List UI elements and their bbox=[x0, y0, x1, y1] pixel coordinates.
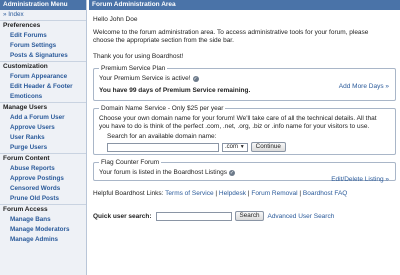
sidebar-section-manage-users: Manage Users bbox=[0, 102, 86, 113]
boardhost-faq-link[interactable]: Boardhost FAQ bbox=[303, 190, 347, 197]
sidebar-item-forum-settings[interactable]: Forum Settings bbox=[0, 41, 86, 51]
user-search-input[interactable] bbox=[155, 211, 232, 221]
sidebar-item-manage-admins[interactable]: Manage Admins bbox=[0, 235, 86, 245]
sidebar-section-forum-content: Forum Content bbox=[0, 153, 86, 164]
user-search-label: Quick user search: bbox=[93, 212, 152, 220]
edit-listing-link[interactable]: Edit/Delete Listing » bbox=[331, 176, 389, 183]
admin-sidebar: Administration Menu » Index Preferences … bbox=[0, 0, 87, 275]
domain-name-input[interactable] bbox=[107, 142, 219, 152]
link-separator: | bbox=[299, 190, 302, 197]
sidebar-item-forum-appearance[interactable]: Forum Appearance bbox=[0, 72, 86, 82]
helpful-links-row: Helpful Boardhost Links: Terms of Servic… bbox=[93, 190, 396, 197]
premium-plan-box: Premium Service Plan Your Premium Servic… bbox=[93, 65, 396, 101]
flag-counter-legend: Flag Counter Forum bbox=[101, 159, 160, 166]
main-header: Forum Administration Area bbox=[89, 0, 400, 10]
link-separator: | bbox=[247, 190, 250, 197]
premium-plan-legend: Premium Service Plan bbox=[101, 65, 166, 72]
terms-of-service-link[interactable]: Terms of Service bbox=[165, 190, 213, 197]
sidebar-item-edit-forums[interactable]: Edit Forums bbox=[0, 31, 86, 41]
main-panel: Forum Administration Area Hello John Doe… bbox=[89, 0, 400, 275]
check-icon: ✓ bbox=[192, 75, 199, 82]
domain-service-box: Domain Name Service - Only $25 per year … bbox=[93, 105, 396, 155]
sidebar-item-emoticons[interactable]: Emoticons bbox=[0, 92, 86, 102]
user-search-row: Quick user search: Search Advanced User … bbox=[93, 211, 396, 221]
domain-service-legend: Domain Name Service - Only $25 per year bbox=[101, 105, 224, 112]
sidebar-item-user-ranks[interactable]: User Ranks bbox=[0, 133, 86, 143]
sidebar-item-add-forum-user[interactable]: Add a Forum User bbox=[0, 113, 86, 123]
check-icon: ✓ bbox=[229, 169, 236, 176]
sidebar-item-manage-bans[interactable]: Manage Bans bbox=[0, 215, 86, 225]
advanced-user-search-link[interactable]: Advanced User Search bbox=[267, 213, 334, 220]
helpdesk-link[interactable]: Helpdesk bbox=[219, 190, 246, 197]
intro-text: Welcome to the forum administration area… bbox=[93, 29, 369, 44]
listing-status-text: Your forum is listed in the Boardhost Li… bbox=[99, 169, 228, 176]
sidebar-item-manage-moderators[interactable]: Manage Moderators bbox=[0, 225, 86, 235]
sidebar-item-prune-old-posts[interactable]: Prune Old Posts bbox=[0, 194, 86, 204]
sidebar-item-edit-header-footer[interactable]: Edit Header & Footer bbox=[0, 82, 86, 92]
domain-description: Choose your own domain name for your for… bbox=[99, 115, 377, 130]
sidebar-header: Administration Menu bbox=[0, 0, 86, 10]
tld-select-value: .com bbox=[225, 143, 239, 150]
sidebar-item-purge-users[interactable]: Purge Users bbox=[0, 143, 86, 153]
sidebar-item-posts-signatures[interactable]: Posts & Signatures bbox=[0, 51, 86, 61]
sidebar-item-abuse-reports[interactable]: Abuse Reports bbox=[0, 164, 86, 174]
sidebar-item-censored-words[interactable]: Censored Words bbox=[0, 184, 86, 194]
helpful-links-label: Helpful Boardhost Links: bbox=[93, 190, 164, 197]
sidebar-item-index[interactable]: » Index bbox=[0, 10, 86, 20]
link-separator: | bbox=[215, 190, 218, 197]
sidebar-item-approve-postings[interactable]: Approve Postings bbox=[0, 174, 86, 184]
add-more-days-link[interactable]: Add More Days » bbox=[339, 83, 389, 90]
sidebar-section-preferences: Preferences bbox=[0, 20, 86, 31]
sidebar-section-customization: Customization bbox=[0, 61, 86, 72]
premium-status-text: Your Premium Service is active! bbox=[99, 75, 191, 82]
sidebar-item-approve-users[interactable]: Approve Users bbox=[0, 123, 86, 133]
greeting-text: Hello John Doe bbox=[93, 16, 138, 23]
user-search-button[interactable]: Search bbox=[234, 211, 265, 221]
continue-button[interactable]: Continue bbox=[250, 142, 286, 152]
forum-removal-link[interactable]: Forum Removal bbox=[251, 190, 297, 197]
chevron-down-icon: ▼ bbox=[239, 143, 245, 150]
thanks-text: Thank you for using Boardhost! bbox=[93, 53, 184, 60]
flag-counter-box: Flag Counter Forum Your forum is listed … bbox=[93, 159, 396, 183]
sidebar-section-forum-access: Forum Access bbox=[0, 204, 86, 215]
tld-select[interactable]: .com ▼ bbox=[222, 142, 248, 152]
domain-search-label: Search for an available domain name: bbox=[107, 133, 217, 140]
